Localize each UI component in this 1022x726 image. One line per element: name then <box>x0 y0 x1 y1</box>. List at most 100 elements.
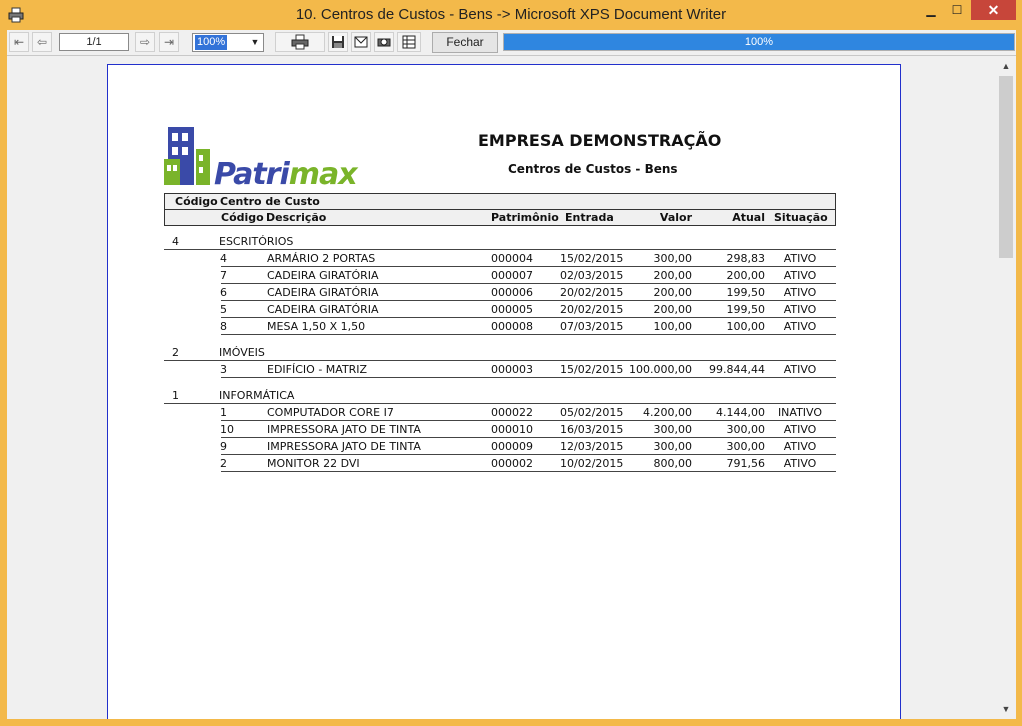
table-row-value: 100,00 <box>653 320 693 333</box>
zoom-value: 100% <box>195 35 228 50</box>
save-button[interactable] <box>328 32 348 52</box>
table-row-value: 300,00 <box>653 440 693 453</box>
table-row-value: 4.200,00 <box>643 406 692 419</box>
table-row-description: CADEIRA GIRATÓRIA <box>267 269 379 282</box>
chevron-down-icon: ▼ <box>250 37 260 47</box>
floppy-disk-icon <box>332 36 344 48</box>
zoom-select[interactable]: 100% ▼ <box>192 33 264 52</box>
table-row-asset: 000022 <box>491 406 533 419</box>
logo-text-main: Patri <box>214 157 290 192</box>
table-row-asset: 000002 <box>491 457 533 470</box>
preview-window: 10. Centros de Custos - Bens -> Microsof… <box>0 0 1022 726</box>
fechar-button[interactable]: Fechar <box>432 32 498 53</box>
table-row-asset: 000006 <box>491 286 533 299</box>
table-row-status: ATIVO <box>783 457 817 470</box>
group-code: 1 <box>172 389 179 402</box>
header-description: Descrição <box>266 211 327 224</box>
table-row-asset: 000008 <box>491 320 533 333</box>
header-status: Situação <box>774 211 828 224</box>
scroll-up-icon[interactable]: ▲ <box>996 58 1016 74</box>
table-row-code: 8 <box>220 320 227 333</box>
next-page-button[interactable]: ⇨ <box>135 32 155 52</box>
email-button[interactable] <box>351 32 371 52</box>
table-row-code: 2 <box>220 457 227 470</box>
table-row-status: ATIVO <box>783 363 817 376</box>
preview-area[interactable]: Patrimax EMPRESA DEMONSTRAÇÃO Centros de… <box>7 56 996 719</box>
table-row-description: EDIFÍCIO - MATRIZ <box>267 363 368 376</box>
table-row-description: MESA 1,50 X 1,50 <box>267 320 366 333</box>
logo-wordmark: Patrimax <box>214 157 358 192</box>
table-row-value: 800,00 <box>653 457 693 470</box>
table-row-status: ATIVO <box>783 269 817 282</box>
table-row-description: CADEIRA GIRATÓRIA <box>267 286 379 299</box>
table-row-current: 99.844,44 <box>709 363 765 376</box>
table-row-code: 6 <box>220 286 227 299</box>
progress-label: 100% <box>744 36 774 48</box>
table-row-description: IMPRESSORA JATO DE TINTA <box>267 423 421 436</box>
group-name: IMÓVEIS <box>219 346 265 359</box>
table-row-description: MONITOR 22 DVI <box>267 457 360 470</box>
table-row-current: 199,50 <box>726 286 766 299</box>
table-row-value: 200,00 <box>653 286 693 299</box>
table-row-status: ATIVO <box>783 303 817 316</box>
progress-bar: 100% <box>503 33 1015 51</box>
maximize-button[interactable]: ☐ <box>944 0 970 20</box>
first-page-button[interactable]: ⇤ <box>9 32 29 52</box>
table-row-current: 298,83 <box>726 252 766 265</box>
table-row-code: 4 <box>220 252 227 265</box>
table-row-status: ATIVO <box>783 252 817 265</box>
group-code: 4 <box>172 235 179 248</box>
vertical-scrollbar[interactable]: ▲ ▼ <box>996 56 1016 719</box>
table-row-value: 200,00 <box>653 303 693 316</box>
logo-text-accent: max <box>288 157 358 192</box>
envelope-icon <box>354 36 368 48</box>
table-row-current: 200,00 <box>726 269 766 282</box>
table-row-description: CADEIRA GIRATÓRIA <box>267 303 379 316</box>
report-page: Patrimax EMPRESA DEMONSTRAÇÃO Centros de… <box>107 64 901 719</box>
table-row-asset: 000003 <box>491 363 533 376</box>
table-row-value: 100.000,00 <box>629 363 692 376</box>
last-page-button[interactable]: ⇥ <box>159 32 179 52</box>
table-row-code: 3 <box>220 363 227 376</box>
table-row-current: 199,50 <box>726 303 766 316</box>
header-entry: Entrada <box>565 211 614 224</box>
page-setup-button[interactable] <box>397 32 421 52</box>
table-row-description: COMPUTADOR CORE I7 <box>267 406 394 419</box>
patrimax-logo-icon <box>164 127 210 185</box>
table-row-description: ARMÁRIO 2 PORTAS <box>267 252 376 265</box>
table-row-status: ATIVO <box>783 286 817 299</box>
print-button[interactable] <box>275 32 325 52</box>
scroll-thumb[interactable] <box>999 76 1013 258</box>
previous-page-button[interactable]: ⇦ <box>32 32 52 52</box>
header-asset: Patrimônio <box>491 211 559 224</box>
close-button[interactable]: ✕ <box>971 0 1016 20</box>
header-cost-center: Centro de Custo <box>220 195 320 208</box>
group-name: ESCRITÓRIOS <box>219 235 294 248</box>
title-bar[interactable]: 10. Centros de Custos - Bens -> Microsof… <box>0 0 1022 30</box>
arrow-left-icon: ⇦ <box>36 35 48 49</box>
table-row-current: 300,00 <box>726 440 766 453</box>
table-row-current: 100,00 <box>726 320 766 333</box>
company-name: EMPRESA DEMONSTRAÇÃO <box>478 131 722 150</box>
page-number-input[interactable]: 1/1 <box>59 33 129 51</box>
table-row-current: 300,00 <box>726 423 766 436</box>
window-title: 10. Centros de Custos - Bens -> Microsof… <box>295 6 727 23</box>
table-row-code: 1 <box>220 406 227 419</box>
table-row-code: 10 <box>220 423 234 436</box>
report-subtitle: Centros de Custos - Bens <box>508 162 678 176</box>
printer-icon <box>291 34 309 50</box>
table-row-code: 9 <box>220 440 227 453</box>
header-item-code: Código <box>221 211 264 224</box>
table-row-status: ATIVO <box>783 440 817 453</box>
table-row-current: 791,56 <box>726 457 766 470</box>
scroll-down-icon[interactable]: ▼ <box>996 701 1016 717</box>
minimize-button[interactable]: ▁ <box>918 0 944 20</box>
group-code: 2 <box>172 346 179 359</box>
table-row-status: INATIVO <box>777 406 823 419</box>
setup-button[interactable] <box>374 32 394 52</box>
toolbar: ⇤ ⇦ 1/1 ⇨ ⇥ 100% ▼ Fechar 100% <box>7 30 1016 56</box>
table-row-description: IMPRESSORA JATO DE TINTA <box>267 440 421 453</box>
printer-setup-icon <box>377 38 391 47</box>
table-row-asset: 000009 <box>491 440 533 453</box>
table-row-asset: 000004 <box>491 252 533 265</box>
